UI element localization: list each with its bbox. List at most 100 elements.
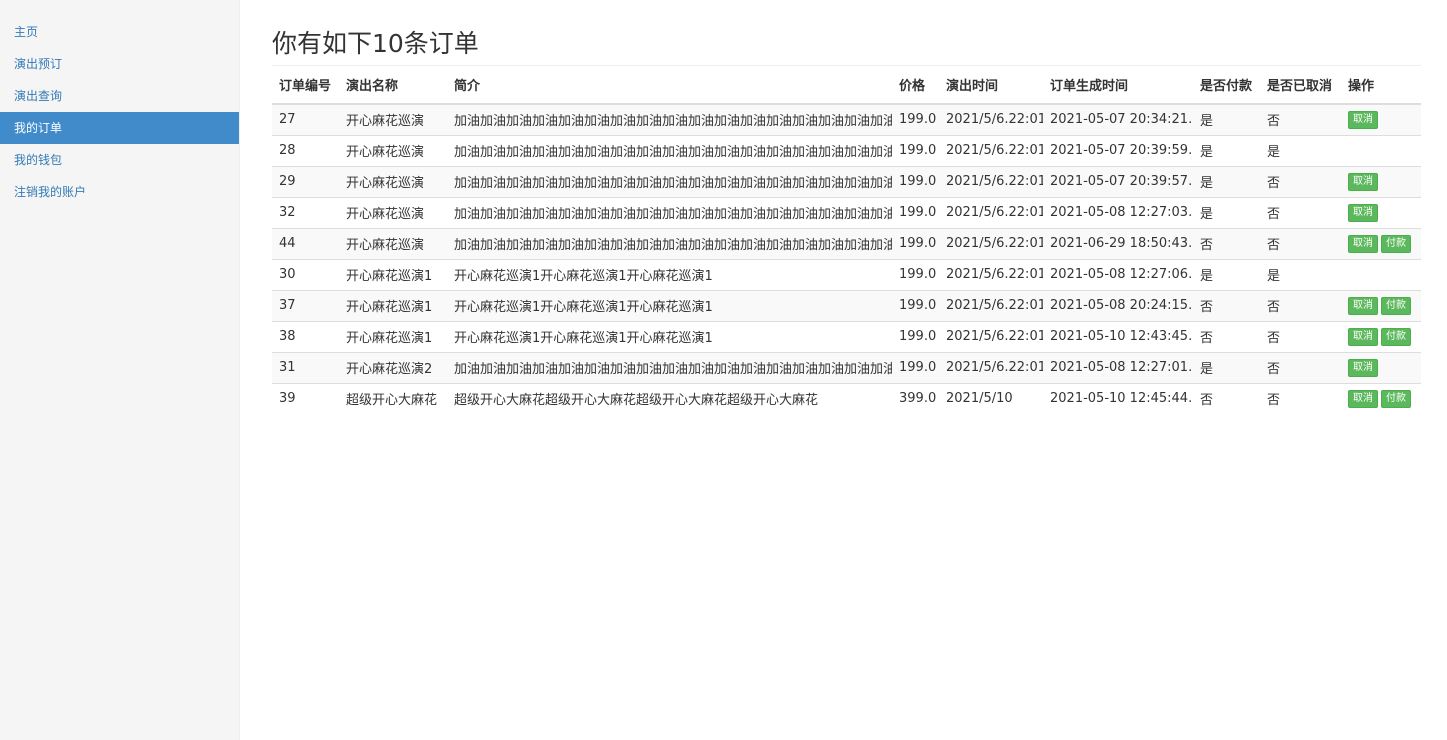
cell-name: 开心麻花巡演 — [339, 165, 447, 197]
cell-paid: 是 — [1193, 134, 1260, 166]
sidebar-item-4[interactable]: 我的钱包 — [0, 144, 239, 176]
cell-show-time: 2021/5/10 — [939, 382, 1043, 414]
cell-price: 199.0 — [892, 258, 939, 290]
sidebar-item-0[interactable]: 主页 — [0, 16, 239, 48]
pay-button[interactable]: 付款 — [1381, 234, 1411, 253]
cell-cancelled: 是 — [1260, 258, 1341, 290]
column-header: 操作 — [1341, 66, 1421, 105]
column-header: 是否已取消 — [1260, 66, 1341, 105]
cell-paid: 是 — [1193, 165, 1260, 197]
cell-cancelled: 否 — [1260, 320, 1341, 352]
cell-paid: 是 — [1193, 103, 1260, 135]
column-header: 演出名称 — [339, 66, 447, 105]
cancel-button[interactable]: 取消 — [1348, 203, 1378, 222]
cell-actions: 取消 付款 — [1341, 227, 1421, 259]
cell-actions: 取消 — [1341, 165, 1421, 197]
sidebar-item-5[interactable]: 注销我的账户 — [0, 176, 239, 208]
cell-created: 2021-05-08 12:27:03.0 — [1043, 196, 1193, 228]
cell-actions: 取消 付款 — [1341, 289, 1421, 321]
cell-price: 199.0 — [892, 320, 939, 352]
cell-created: 2021-05-07 20:39:59.0 — [1043, 134, 1193, 166]
cell-actions: 取消 — [1341, 196, 1421, 228]
cancel-button[interactable]: 取消 — [1348, 296, 1378, 315]
cell-show-time: 2021/5/6.22:01 — [939, 351, 1043, 383]
cancel-button[interactable]: 取消 — [1348, 358, 1378, 377]
cell-price: 199.0 — [892, 103, 939, 135]
cell-paid: 是 — [1193, 351, 1260, 383]
cell-created: 2021-06-29 18:50:43.0 — [1043, 227, 1193, 259]
cell-price: 199.0 — [892, 134, 939, 166]
cell-name: 开心麻花巡演1 — [339, 258, 447, 290]
cancel-button[interactable]: 取消 — [1348, 327, 1378, 346]
cell-created: 2021-05-10 12:43:45.0 — [1043, 320, 1193, 352]
sidebar-item-3[interactable]: 我的订单 — [0, 112, 239, 144]
cell-id: 30 — [272, 258, 339, 290]
pay-button[interactable]: 付款 — [1381, 327, 1411, 346]
cancel-button[interactable]: 取消 — [1348, 110, 1378, 129]
column-header: 演出时间 — [939, 66, 1043, 105]
cell-show-time: 2021/5/6.22:01 — [939, 258, 1043, 290]
cell-paid: 否 — [1193, 227, 1260, 259]
table-row: 37 开心麻花巡演1 开心麻花巡演1开心麻花巡演1开心麻花巡演1 199.0 2021/… — [272, 289, 1421, 321]
cell-actions — [1341, 134, 1421, 166]
cell-created: 2021-05-08 12:27:01.0 — [1043, 351, 1193, 383]
cell-actions: 取消 — [1341, 103, 1421, 135]
table-row: 32 开心麻花巡演 加油加油加油加油加油加油加油加油加油加油加油加油加油加油加油加油… — [272, 196, 1421, 228]
sidebar-item-2[interactable]: 演出查询 — [0, 80, 239, 112]
pay-button[interactable]: 付款 — [1381, 389, 1411, 408]
cell-cancelled: 否 — [1260, 165, 1341, 197]
cell-desc: 加油加油加油加油加油加油加油加油加油加油加油加油加油加油加油加油加油加油加油加油 — [447, 103, 892, 135]
cell-price: 199.0 — [892, 165, 939, 197]
cell-id: 29 — [272, 165, 339, 197]
cell-desc: 加油加油加油加油加油加油加油加油加油加油加油加油加油加油加油加油加油加油加油加油 — [447, 165, 892, 197]
main-content: 你有如下10条订单 订单编号 演出名称 简介 价格 演出时间 订单生成时间 是否付款 是否已取… — [272, 24, 1421, 414]
cell-id: 37 — [272, 289, 339, 321]
cell-paid: 是 — [1193, 258, 1260, 290]
cell-cancelled: 否 — [1260, 351, 1341, 383]
cell-name: 开心麻花巡演 — [339, 103, 447, 135]
cell-cancelled: 否 — [1260, 103, 1341, 135]
cell-name: 开心麻花巡演1 — [339, 289, 447, 321]
cell-cancelled: 是 — [1260, 134, 1341, 166]
cell-id: 44 — [272, 227, 339, 259]
cell-cancelled: 否 — [1260, 227, 1341, 259]
column-header: 简介 — [447, 66, 892, 105]
cell-id: 39 — [272, 382, 339, 414]
orders-table: 订单编号 演出名称 简介 价格 演出时间 订单生成时间 是否付款 是否已取消 操作 27 开心麻花… — [272, 66, 1421, 414]
cell-paid: 否 — [1193, 382, 1260, 414]
cell-show-time: 2021/5/6.22:01 — [939, 103, 1043, 135]
page-title: 你有如下10条订单 — [272, 24, 1421, 66]
cell-cancelled: 否 — [1260, 382, 1341, 414]
cancel-button[interactable]: 取消 — [1348, 172, 1378, 191]
cell-show-time: 2021/5/6.22:01 — [939, 227, 1043, 259]
cell-created: 2021-05-08 20:24:15.0 — [1043, 289, 1193, 321]
cell-created: 2021-05-10 12:45:44.0 — [1043, 382, 1193, 414]
cell-show-time: 2021/5/6.22:01 — [939, 196, 1043, 228]
cell-id: 38 — [272, 320, 339, 352]
cell-desc: 加油加油加油加油加油加油加油加油加油加油加油加油加油加油加油加油加油加油加油加油 — [447, 351, 892, 383]
table-row: 44 开心麻花巡演 加油加油加油加油加油加油加油加油加油加油加油加油加油加油加油加油… — [272, 227, 1421, 259]
cell-created: 2021-05-07 20:39:57.0 — [1043, 165, 1193, 197]
cell-name: 开心麻花巡演 — [339, 227, 447, 259]
sidebar-item-1[interactable]: 演出预订 — [0, 48, 239, 80]
pay-button[interactable]: 付款 — [1381, 296, 1411, 315]
cell-id: 32 — [272, 196, 339, 228]
cell-show-time: 2021/5/6.22:01 — [939, 289, 1043, 321]
cell-actions: 取消 付款 — [1341, 320, 1421, 352]
cell-id: 28 — [272, 134, 339, 166]
cancel-button[interactable]: 取消 — [1348, 389, 1378, 408]
table-row: 38 开心麻花巡演1 开心麻花巡演1开心麻花巡演1开心麻花巡演1 199.0 2021/… — [272, 320, 1421, 352]
cell-desc: 开心麻花巡演1开心麻花巡演1开心麻花巡演1 — [447, 258, 892, 290]
cell-paid: 是 — [1193, 196, 1260, 228]
column-header: 价格 — [892, 66, 939, 105]
cell-name: 开心麻花巡演 — [339, 134, 447, 166]
cancel-button[interactable]: 取消 — [1348, 234, 1378, 253]
cell-price: 399.0 — [892, 382, 939, 414]
cell-created: 2021-05-07 20:34:21.0 — [1043, 103, 1193, 135]
cell-id: 31 — [272, 351, 339, 383]
column-header: 是否付款 — [1193, 66, 1260, 105]
cell-show-time: 2021/5/6.22:01 — [939, 320, 1043, 352]
cell-price: 199.0 — [892, 351, 939, 383]
cell-show-time: 2021/5/6.22:01 — [939, 134, 1043, 166]
cell-cancelled: 否 — [1260, 196, 1341, 228]
